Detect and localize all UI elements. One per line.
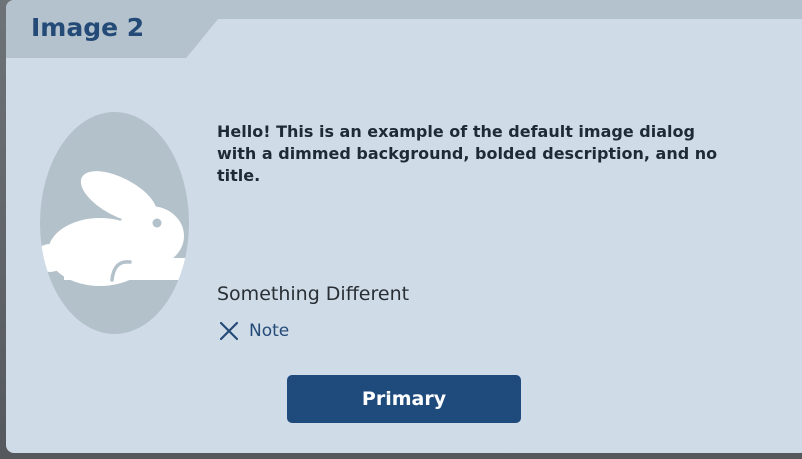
close-icon (219, 321, 239, 341)
dialog-image (40, 112, 189, 334)
note-label: Note (249, 321, 290, 341)
rabbit-icon (40, 171, 189, 286)
dialog-description: Hello! This is an example of the default… (217, 122, 718, 185)
dialog-subheading: Something Different (217, 283, 410, 305)
note-link[interactable]: Note (219, 318, 289, 344)
primary-button[interactable]: Primary (287, 375, 521, 423)
image-dialog: Image 2 Hello! This is an example of the… (6, 0, 802, 453)
dialog-title: Image 2 (31, 13, 145, 42)
